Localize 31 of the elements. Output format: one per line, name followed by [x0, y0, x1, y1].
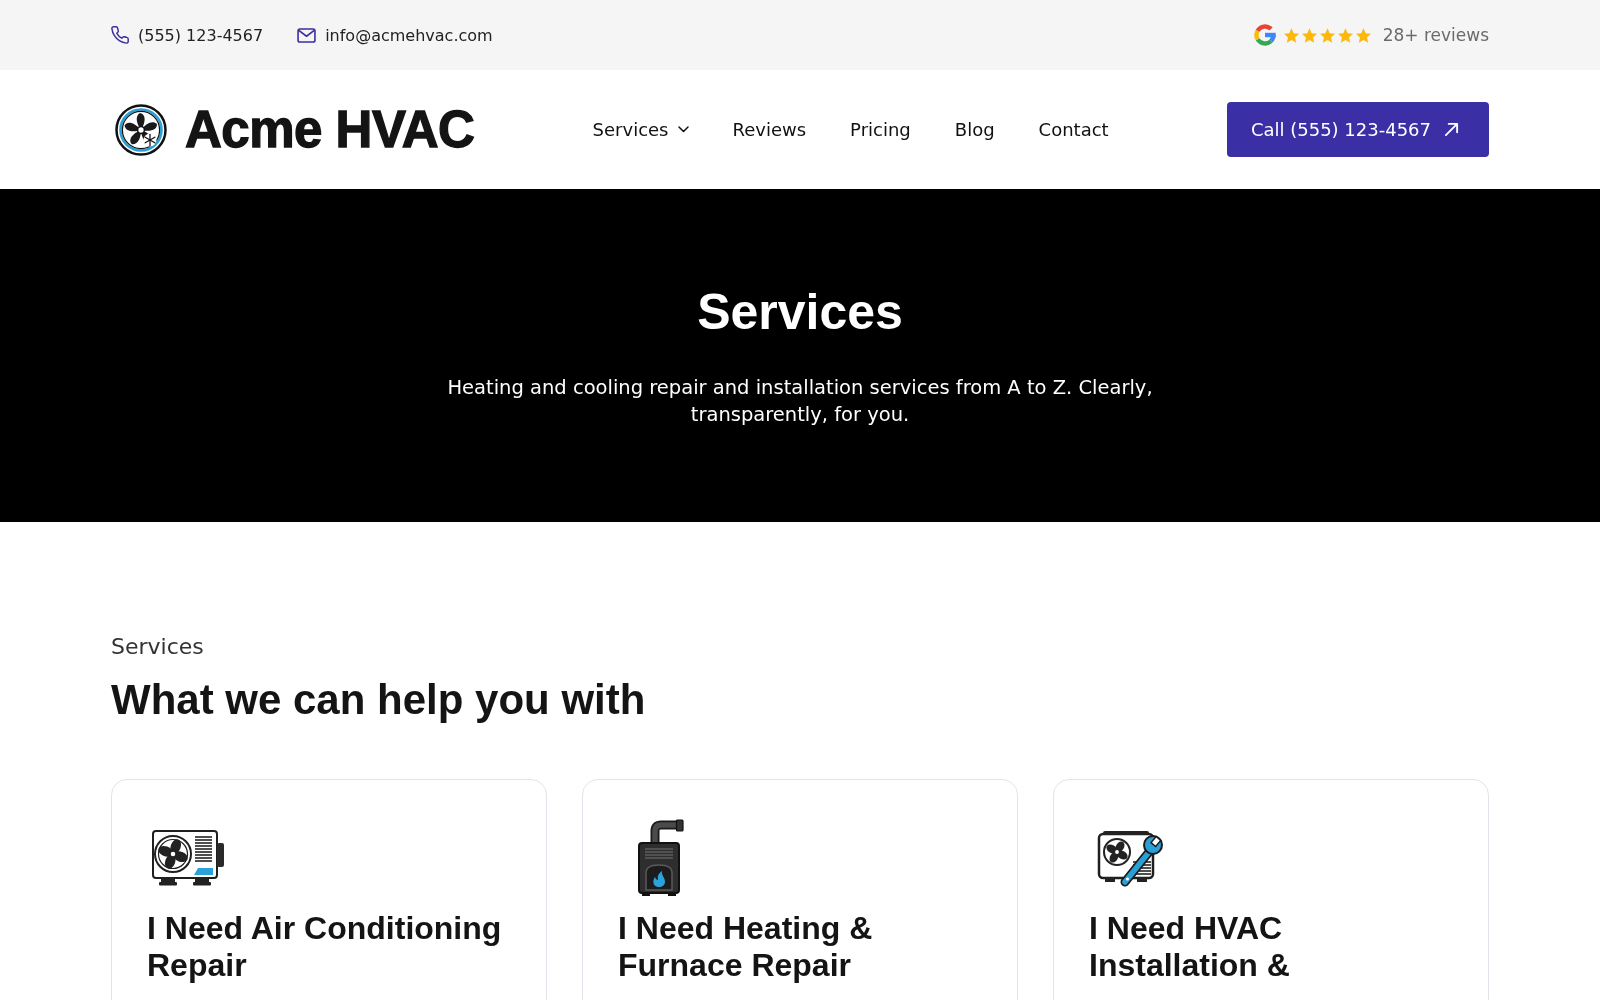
star-icon — [1337, 27, 1353, 43]
section-heading: What we can help you with — [111, 675, 646, 725]
ac-unit-wrench-icon — [1097, 828, 1165, 888]
call-button[interactable]: Call (555) 123-4567 — [1226, 102, 1489, 157]
star-icon — [1319, 27, 1335, 43]
nav-link[interactable]: Services — [592, 119, 689, 140]
star-icon — [1283, 27, 1299, 43]
nav-link[interactable]: Pricing — [850, 119, 911, 140]
star-icon — [1355, 27, 1371, 43]
card-title: I Need Heating & Furnace Repair — [618, 910, 874, 984]
nav-link[interactable]: Reviews — [732, 119, 807, 140]
outdoor-ac-unit-icon — [151, 829, 227, 887]
hero-subtitle: Heating and cooling repair and installation services from A to Z. Clearly, transparently, for you. — [446, 375, 1154, 428]
g-logo-icon — [1253, 24, 1276, 46]
mail-icon — [297, 27, 317, 43]
email-link[interactable]: info@acmehvac.com — [297, 25, 493, 45]
card-title: I Need Air Conditioning Repair — [147, 910, 503, 984]
phone-link[interactable]: (555) 123-4567 — [111, 25, 264, 45]
furnace-flame-icon — [636, 819, 684, 897]
hero-title: Services — [697, 283, 903, 342]
review-count: 28+ reviews — [1382, 25, 1489, 45]
phone-icon — [111, 26, 129, 44]
nav-link[interactable]: Blog — [954, 119, 995, 140]
caret-icon — [677, 126, 689, 133]
fan-logo-icon — [115, 103, 167, 156]
section-eyebrow: Services — [111, 633, 204, 661]
card-title: I Need HVAC Installation & — [1089, 910, 1291, 984]
brand-name: Acme HVAC — [185, 104, 475, 155]
arrow-up-right-icon — [1444, 122, 1459, 137]
nav-link[interactable]: Contact — [1038, 119, 1109, 140]
star-icon — [1301, 27, 1317, 43]
